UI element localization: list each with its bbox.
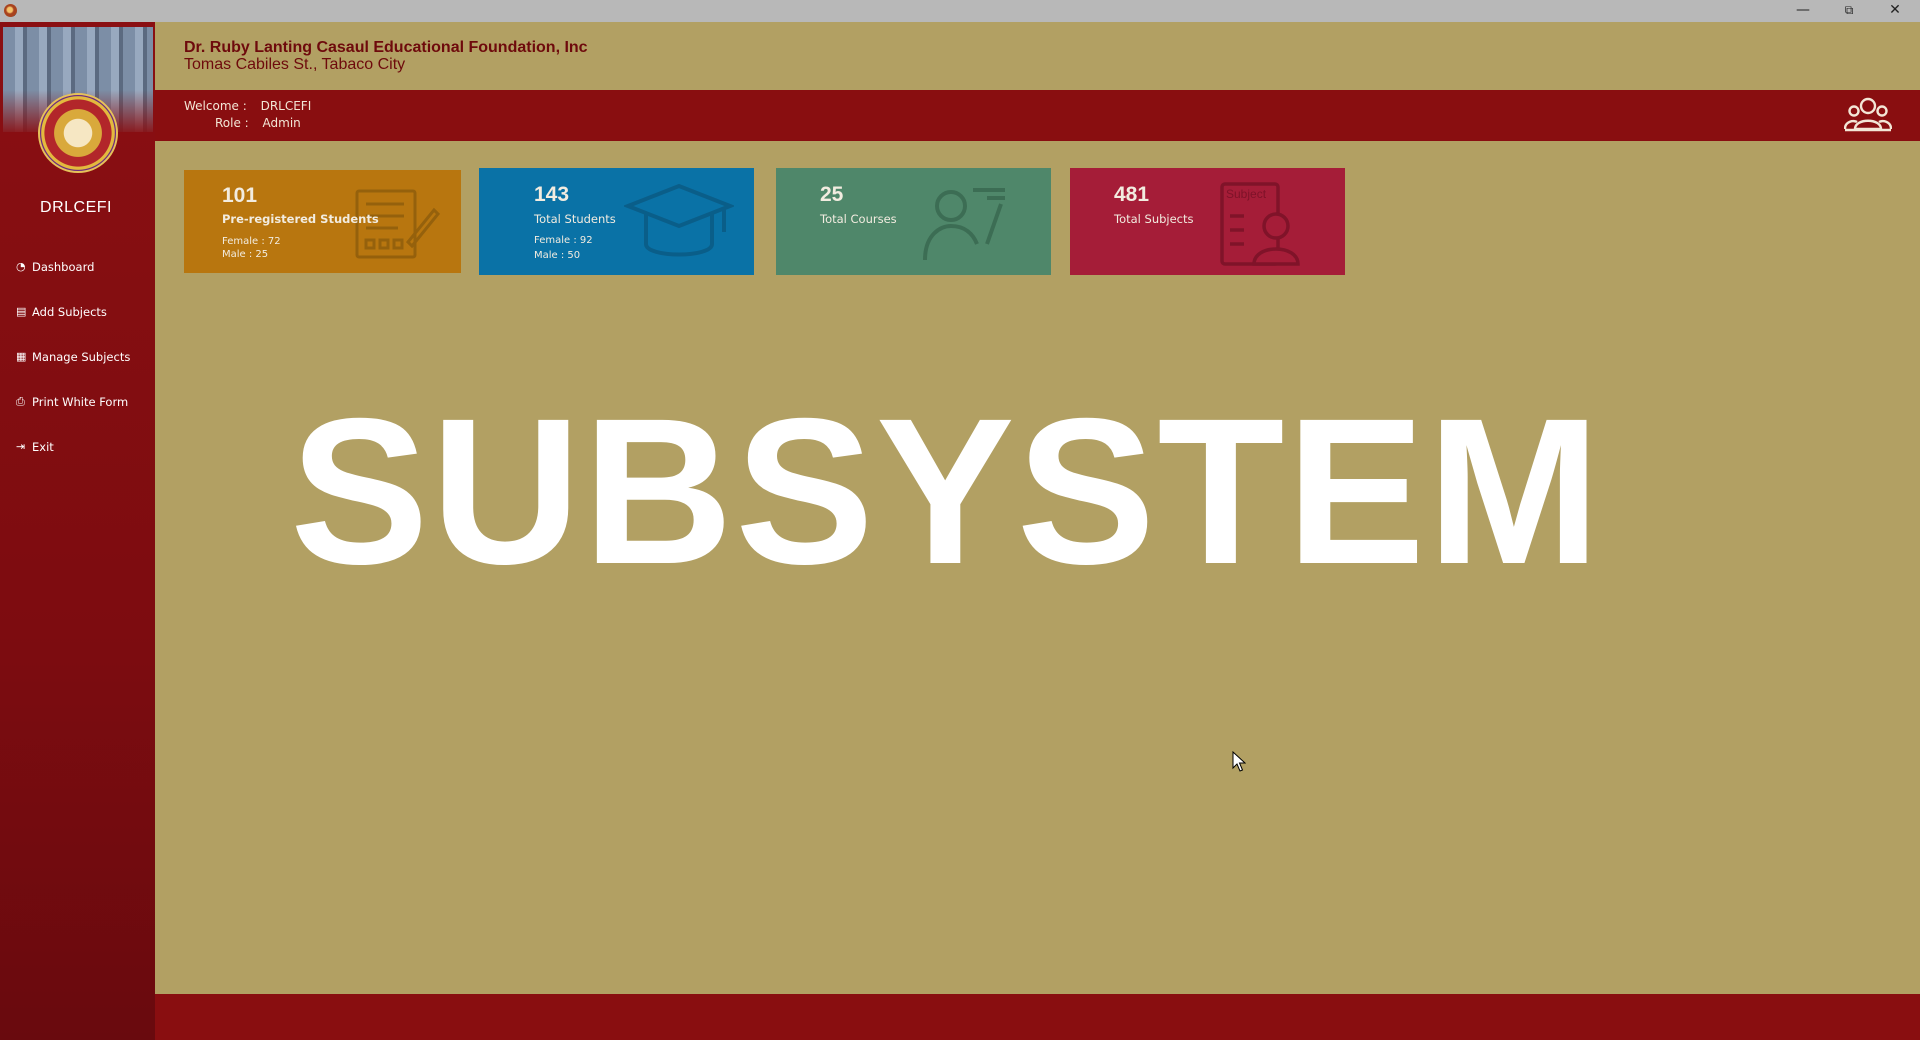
manage-icon: ▦ (16, 350, 27, 363)
organization-name: Dr. Ruby Lanting Casaul Educational Foun… (184, 39, 588, 56)
window-titlebar: — ⧉ ✕ (0, 0, 1920, 22)
welcome-label: Welcome : (184, 99, 247, 113)
gauge-icon: ◔ (16, 260, 26, 273)
sidebar-item-label: Dashboard (32, 259, 95, 274)
sidebar-item-add-subjects[interactable]: ▤ Add Subjects (0, 289, 155, 334)
maximize-button[interactable]: ⧉ (1826, 0, 1872, 22)
users-icon[interactable] (1844, 96, 1892, 134)
user-info-bar: Welcome : DRLCEFI Role : Admin (155, 90, 1920, 141)
stat-card-total-subjects[interactable]: Subject 481 Total Subjects (1070, 168, 1345, 275)
welcome-row: Welcome : DRLCEFI (184, 99, 311, 113)
graduation-cap-icon (624, 183, 734, 257)
stat-number: 481 (1114, 183, 1150, 206)
teacher-icon (923, 188, 1005, 261)
welcome-value: DRLCEFI (260, 99, 312, 113)
role-row: Role : Admin (215, 116, 301, 130)
role-label: Role : (215, 116, 249, 130)
document-icon: ▤ (16, 305, 27, 318)
stat-label: Total Students (534, 212, 616, 226)
sidebar-nav: ◔ Dashboard ▤ Add Subjects ▦ Manage Subj… (0, 244, 155, 469)
app-icon (4, 4, 17, 17)
stat-male: Male : 50 (534, 250, 581, 261)
sidebar-item-label: Manage Subjects (32, 349, 131, 364)
sidebar-item-dashboard[interactable]: ◔ Dashboard (0, 244, 155, 289)
stat-female: Female : 72 (222, 236, 281, 247)
mouse-cursor-icon (1232, 751, 1246, 772)
stat-number: 101 (222, 184, 258, 207)
stat-label: Total Subjects (1114, 212, 1194, 226)
sidebar-item-label: Print White Form (32, 394, 129, 409)
sidebar-item-exit[interactable]: ⇥ Exit (0, 424, 155, 469)
exit-icon: ⇥ (16, 440, 26, 453)
stat-label: Total Courses (820, 212, 897, 226)
stat-label: Pre-registered Students (222, 212, 379, 226)
sidebar-item-label: Add Subjects (32, 304, 107, 319)
stat-female: Female : 92 (534, 235, 593, 246)
subject-icon-text: Subject (1226, 187, 1267, 201)
sidebar: DRLCEFI ◔ Dashboard ▤ Add Subjects ▦ Man… (0, 22, 155, 1040)
stat-number: 25 (820, 183, 844, 206)
stat-card-preregistered[interactable]: 101 Pre-registered Students Female : 72 … (184, 170, 461, 273)
printer-icon: ⎙ (16, 394, 25, 408)
subject-card-icon: Subject (1220, 182, 1300, 266)
close-button[interactable]: ✕ (1872, 0, 1918, 22)
school-seal-logo (38, 93, 118, 173)
organization-address: Tomas Cabiles St., Tabaco City (184, 56, 406, 73)
stat-card-total-courses[interactable]: 25 Total Courses (776, 168, 1051, 275)
sidebar-brand: DRLCEFI (40, 199, 112, 216)
stat-card-total-students[interactable]: 143 Total Students Female : 92 Male : 50 (479, 168, 754, 275)
stat-number: 143 (534, 183, 570, 206)
sidebar-item-manage-subjects[interactable]: ▦ Manage Subjects (0, 334, 155, 379)
footer-bar (155, 994, 1920, 1040)
sidebar-item-print-white-form[interactable]: ⎙ Print White Form (0, 379, 155, 424)
role-value: Admin (262, 116, 301, 130)
stat-male: Male : 25 (222, 249, 269, 260)
sidebar-item-label: Exit (32, 439, 54, 454)
subsystem-title: SUBSYSTEM (290, 376, 1603, 608)
minimize-button[interactable]: — (1780, 0, 1826, 22)
header: Dr. Ruby Lanting Casaul Educational Foun… (155, 22, 1920, 90)
